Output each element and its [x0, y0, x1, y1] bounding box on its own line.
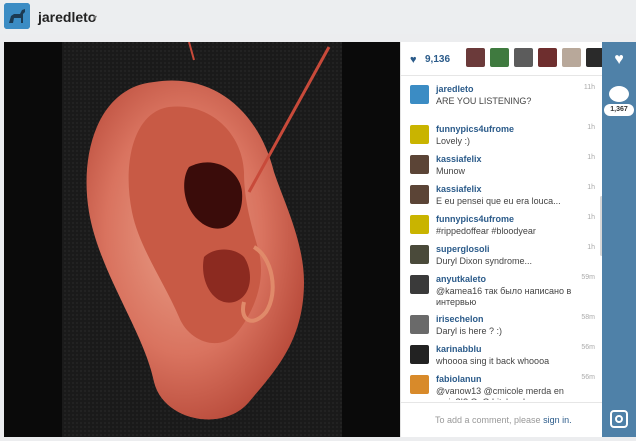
caption-item: jaredleto 11h ARE YOU LISTENING?: [401, 82, 603, 112]
comment-time: 1h: [587, 214, 595, 221]
liker-avatar[interactable]: [490, 48, 509, 67]
liker-avatar[interactable]: [514, 48, 533, 67]
like-button[interactable]: ♥: [609, 51, 629, 69]
commenter-avatar[interactable]: [410, 215, 429, 234]
comment-text: @vanow13 @cmicole merda en serio?!? O_O …: [436, 386, 564, 400]
caption-time: 11h: [583, 84, 595, 91]
heart-icon: ♥: [614, 51, 624, 68]
post-card: ♥ 9,136 jaredleto 11h ARE YOU LISTENING?…: [4, 42, 636, 437]
add-comment-prompt: To add a comment, please sign in.: [435, 415, 572, 425]
commenter-username[interactable]: karinabblu: [436, 344, 482, 354]
commenter-username[interactable]: irisechelon: [436, 314, 484, 324]
comment-time: 1h: [587, 184, 595, 191]
comment-text: Duryl Dixon syndrome...: [436, 256, 533, 266]
comment-time: 1h: [587, 154, 595, 161]
commenter-username[interactable]: anyutkaleto: [436, 274, 486, 284]
commenter-avatar[interactable]: [410, 315, 429, 334]
commenter-username[interactable]: funnypics4ufrome: [436, 124, 514, 134]
liker-avatar[interactable]: [466, 48, 485, 67]
sign-in-link[interactable]: sign in.: [543, 415, 572, 425]
comment-text: whoooa sing it back whoooa: [436, 356, 550, 366]
comment-time: 56m: [581, 344, 595, 351]
liker-avatar[interactable]: [562, 48, 581, 67]
commenter-avatar[interactable]: [410, 245, 429, 264]
horse-silhouette-icon: [4, 3, 30, 29]
comment-text: Daryl is here ? :): [436, 326, 503, 336]
likes-bar: ♥ 9,136: [401, 42, 605, 76]
commenter-username[interactable]: fabiolanun: [436, 374, 482, 384]
profile-username[interactable]: jaredleto: [38, 9, 96, 25]
comment-text: Lovely :): [436, 136, 471, 146]
commenter-username[interactable]: superglosoli: [436, 244, 490, 254]
comment-text: #rippedoffear #bloodyear: [436, 226, 536, 236]
caption-text: ARE YOU LISTENING?: [436, 96, 532, 106]
comment-time: 1h: [587, 124, 595, 131]
comment-bubble-icon[interactable]: [609, 86, 629, 102]
action-sidebar: ♥ 1,367: [602, 42, 636, 437]
comment-list[interactable]: jaredleto 11h ARE YOU LISTENING? funnypi…: [401, 78, 603, 400]
commenter-username[interactable]: funnypics4ufrome: [436, 214, 514, 224]
caption-avatar[interactable]: [410, 85, 429, 104]
commenter-username[interactable]: kassiafelix: [436, 154, 482, 164]
commenter-avatar[interactable]: [410, 185, 429, 204]
commenter-username[interactable]: kassiafelix: [436, 184, 482, 194]
instagram-camera-icon[interactable]: [610, 410, 628, 428]
comment-text: Munow: [436, 166, 466, 176]
comment-count: 1,367: [604, 104, 634, 116]
like-count[interactable]: 9,136: [425, 54, 450, 65]
comment-text: E eu pensei que eu era louca...: [436, 196, 561, 206]
comment-time: 56m: [581, 374, 595, 381]
post-photo[interactable]: [4, 42, 400, 437]
commenter-avatar[interactable]: [410, 155, 429, 174]
comment-text: @kamea16 так было написано в интервью: [436, 286, 572, 307]
liker-avatar[interactable]: [538, 48, 557, 67]
commenter-avatar[interactable]: [410, 375, 429, 394]
commenter-avatar[interactable]: [410, 125, 429, 144]
commenter-avatar[interactable]: [410, 275, 429, 294]
comment-time: 58m: [581, 314, 595, 321]
comment-time: 59m: [581, 274, 595, 281]
heart-icon: ♥: [410, 54, 417, 66]
chevron-down-icon[interactable]: ▾: [93, 13, 97, 22]
add-comment-bar: To add a comment, please sign in.: [401, 402, 603, 437]
caption-username[interactable]: jaredleto: [436, 84, 474, 94]
post-details-panel: ♥ 9,136 jaredleto 11h ARE YOU LISTENING?…: [400, 42, 605, 437]
commenter-avatar[interactable]: [410, 345, 429, 364]
top-bar: jaredleto ▾: [0, 0, 636, 34]
comment-time: 1h: [587, 244, 595, 251]
profile-avatar[interactable]: [4, 3, 30, 29]
